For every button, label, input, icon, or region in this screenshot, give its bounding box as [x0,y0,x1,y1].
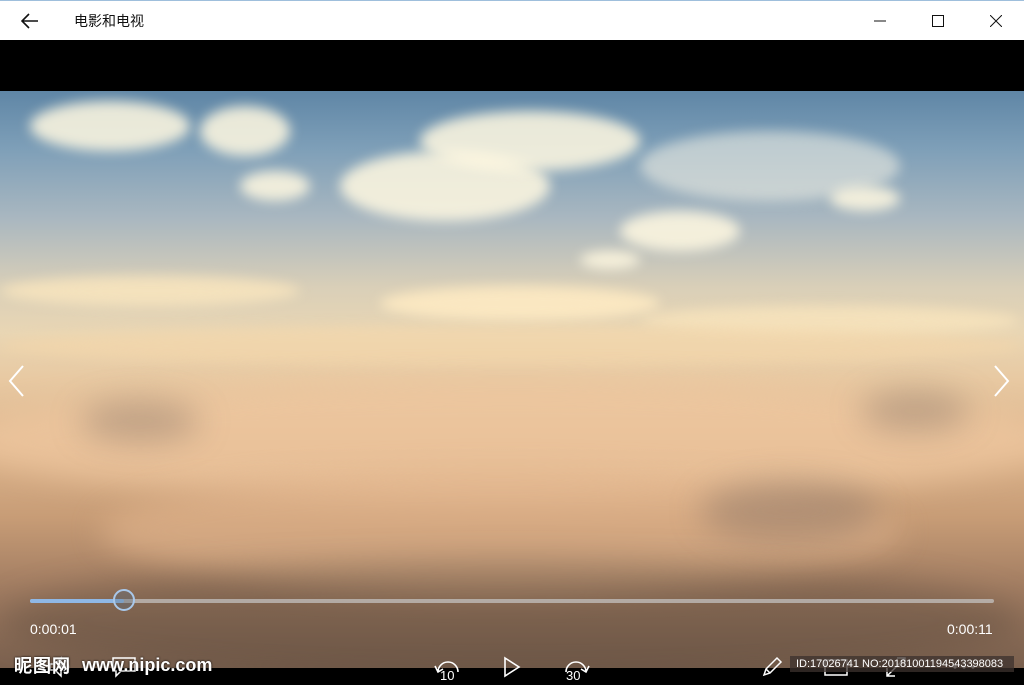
maximize-button[interactable] [910,1,966,40]
letterbox [0,40,1024,91]
watermark-url: www.nipic.com [82,655,213,675]
total-time: 0:00:11 [947,621,993,637]
back-button[interactable] [0,1,60,40]
maximize-icon [932,14,944,27]
current-time: 0:00:01 [30,621,77,637]
back-arrow-icon [21,12,38,29]
chevron-right-icon [994,365,1010,397]
watermark-id: ID:17026741 NO:20181001194543398083 [790,656,1014,672]
play-icon [504,656,521,677]
minimize-icon [874,20,886,21]
next-button[interactable] [992,364,1020,398]
watermark-logo: 昵图网 [14,656,71,677]
previous-button[interactable] [6,364,34,398]
skip-forward-label: 30 [566,668,581,683]
seek-thumb[interactable] [113,589,135,611]
seek-bar[interactable] [30,599,994,603]
skip-back-label: 10 [440,668,455,683]
seek-bar-fill [30,599,124,603]
video-frame[interactable] [0,91,1024,668]
close-icon [990,14,1002,27]
pencil-icon [762,656,783,676]
title-bar: 电影和电视 [0,0,1024,40]
close-button[interactable] [968,1,1024,40]
app-title: 电影和电视 [74,14,144,30]
play-button[interactable] [494,648,530,685]
minimize-button[interactable] [852,1,908,40]
chevron-left-icon [8,365,24,397]
edit-button[interactable] [752,648,792,685]
